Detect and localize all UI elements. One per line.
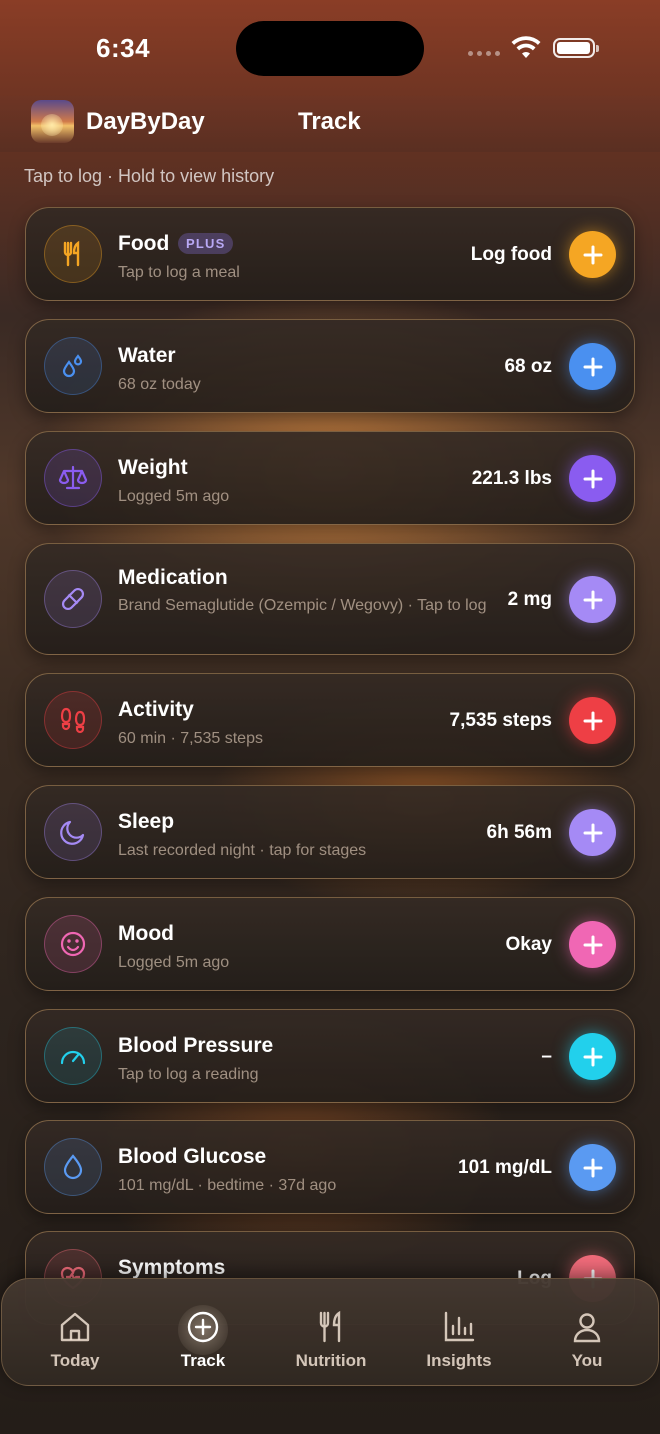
add-medication-button[interactable] xyxy=(569,576,616,623)
water-drops-icon xyxy=(44,337,102,395)
tab-today[interactable]: Today xyxy=(10,1279,140,1387)
card-title: Symptoms xyxy=(118,1256,226,1279)
plus-icon xyxy=(583,590,602,609)
track-card-blood-glucose[interactable]: Blood Glucose 101 mg/dL · bedtime · 37d … xyxy=(25,1120,635,1214)
tab-label: Track xyxy=(180,1351,226,1370)
status-time: 6:34 xyxy=(96,33,151,63)
card-title: Activity xyxy=(118,698,194,721)
card-value: 2 mg xyxy=(507,589,552,610)
app-name: DayByDay xyxy=(86,108,205,135)
plus-icon xyxy=(583,245,602,264)
card-value: 7,535 steps xyxy=(449,710,552,731)
tab-label: Today xyxy=(50,1351,100,1370)
plus-icon xyxy=(583,469,602,488)
page-title: Track xyxy=(298,108,361,135)
card-value: Okay xyxy=(505,934,552,955)
status-bar: 6:34 xyxy=(0,0,660,96)
add-sleep-button[interactable] xyxy=(569,809,616,856)
card-subtitle: Tap to log a reading xyxy=(118,1066,259,1083)
add-mood-button[interactable] xyxy=(569,921,616,968)
card-value: 221.3 lbs xyxy=(471,468,552,489)
card-title: Food xyxy=(118,232,170,255)
card-subtitle: Last recorded night · tap for stages xyxy=(118,842,367,859)
pill-icon xyxy=(44,570,102,628)
card-title: Weight xyxy=(118,456,188,479)
card-title: Medication xyxy=(118,566,228,589)
card-subtitle: Logged 5m ago xyxy=(118,488,230,505)
tab-label: Nutrition xyxy=(295,1351,367,1370)
dynamic-island xyxy=(236,21,424,76)
tab-track[interactable]: Track xyxy=(138,1279,268,1387)
app-logo xyxy=(31,100,74,143)
fork-knife-icon xyxy=(319,1310,341,1343)
card-title: Water xyxy=(118,344,176,367)
card-value: 101 mg/dL xyxy=(458,1157,552,1178)
track-card-food[interactable]: Food PLUS Tap to log a meal Log food xyxy=(25,207,635,301)
plus-icon xyxy=(583,935,602,954)
add-blood-pressure-button[interactable] xyxy=(569,1033,616,1080)
add-blood-glucose-button[interactable] xyxy=(569,1144,616,1191)
card-value: 68 oz xyxy=(504,356,552,377)
cellular-signal-icon xyxy=(468,51,500,56)
usage-hint: Tap to log · Hold to view history xyxy=(24,166,275,186)
tab-insights[interactable]: Insights xyxy=(394,1279,524,1387)
track-card-activity[interactable]: Activity 60 min · 7,535 steps 7,535 step… xyxy=(25,673,635,767)
moon-icon xyxy=(44,803,102,861)
card-title: Blood Glucose xyxy=(118,1145,267,1168)
card-subtitle: Tap to log a meal xyxy=(118,264,240,281)
plus-icon xyxy=(583,1158,602,1177)
add-activity-button[interactable] xyxy=(569,697,616,744)
card-subtitle: 68 oz today xyxy=(118,376,201,393)
card-subtitle: Brand Semaglutide (Ozempic / Wegovy) · T… xyxy=(118,597,487,614)
card-title: Sleep xyxy=(118,810,175,833)
card-value: – xyxy=(541,1046,552,1067)
add-water-button[interactable] xyxy=(569,343,616,390)
plus-badge: PLUS xyxy=(178,233,234,254)
track-card-sleep[interactable]: Sleep Last recorded night · tap for stag… xyxy=(25,785,635,879)
person-icon xyxy=(573,1313,601,1343)
footprints-icon xyxy=(44,691,102,749)
tab-label: Insights xyxy=(426,1351,492,1370)
tab-nutrition[interactable]: Nutrition xyxy=(266,1279,396,1387)
card-title: Mood xyxy=(118,922,174,945)
plus-icon xyxy=(583,1047,602,1066)
home-icon xyxy=(60,1312,90,1342)
card-title: Blood Pressure xyxy=(118,1034,274,1057)
plus-icon xyxy=(583,823,602,842)
plus-icon xyxy=(583,711,602,730)
add-weight-button[interactable] xyxy=(569,455,616,502)
card-subtitle: 101 mg/dL · bedtime · 37d ago xyxy=(118,1177,337,1194)
bar-chart-icon xyxy=(444,1311,475,1342)
tab-you[interactable]: You xyxy=(522,1279,652,1387)
card-value: Log food xyxy=(470,244,552,265)
app-header: DayByDay Track xyxy=(0,96,660,152)
scale-icon xyxy=(44,449,102,507)
track-card-blood-pressure[interactable]: Blood Pressure Tap to log a reading – xyxy=(25,1009,635,1103)
blood-drop-icon xyxy=(44,1138,102,1196)
track-card-mood[interactable]: Mood Logged 5m ago Okay xyxy=(25,897,635,991)
smile-face-icon xyxy=(44,915,102,973)
battery-icon xyxy=(553,38,599,58)
card-value: 6h 56m xyxy=(486,822,552,843)
plus-icon xyxy=(583,357,602,376)
track-card-weight[interactable]: Weight Logged 5m ago 221.3 lbs xyxy=(25,431,635,525)
tab-label: You xyxy=(571,1351,603,1370)
plus-circle-icon xyxy=(187,1311,219,1343)
fork-knife-icon xyxy=(44,225,102,283)
track-card-medication[interactable]: Medication Brand Semaglutide (Ozempic / … xyxy=(25,543,635,655)
wifi-icon xyxy=(511,36,541,58)
tab-bar: Today Track Nutrition Insights You xyxy=(1,1278,659,1386)
track-card-water[interactable]: Water 68 oz today 68 oz xyxy=(25,319,635,413)
add-food-button[interactable] xyxy=(569,231,616,278)
card-subtitle: Logged 5m ago xyxy=(118,954,230,971)
card-subtitle: 60 min · 7,535 steps xyxy=(118,730,263,747)
gauge-icon xyxy=(44,1027,102,1085)
